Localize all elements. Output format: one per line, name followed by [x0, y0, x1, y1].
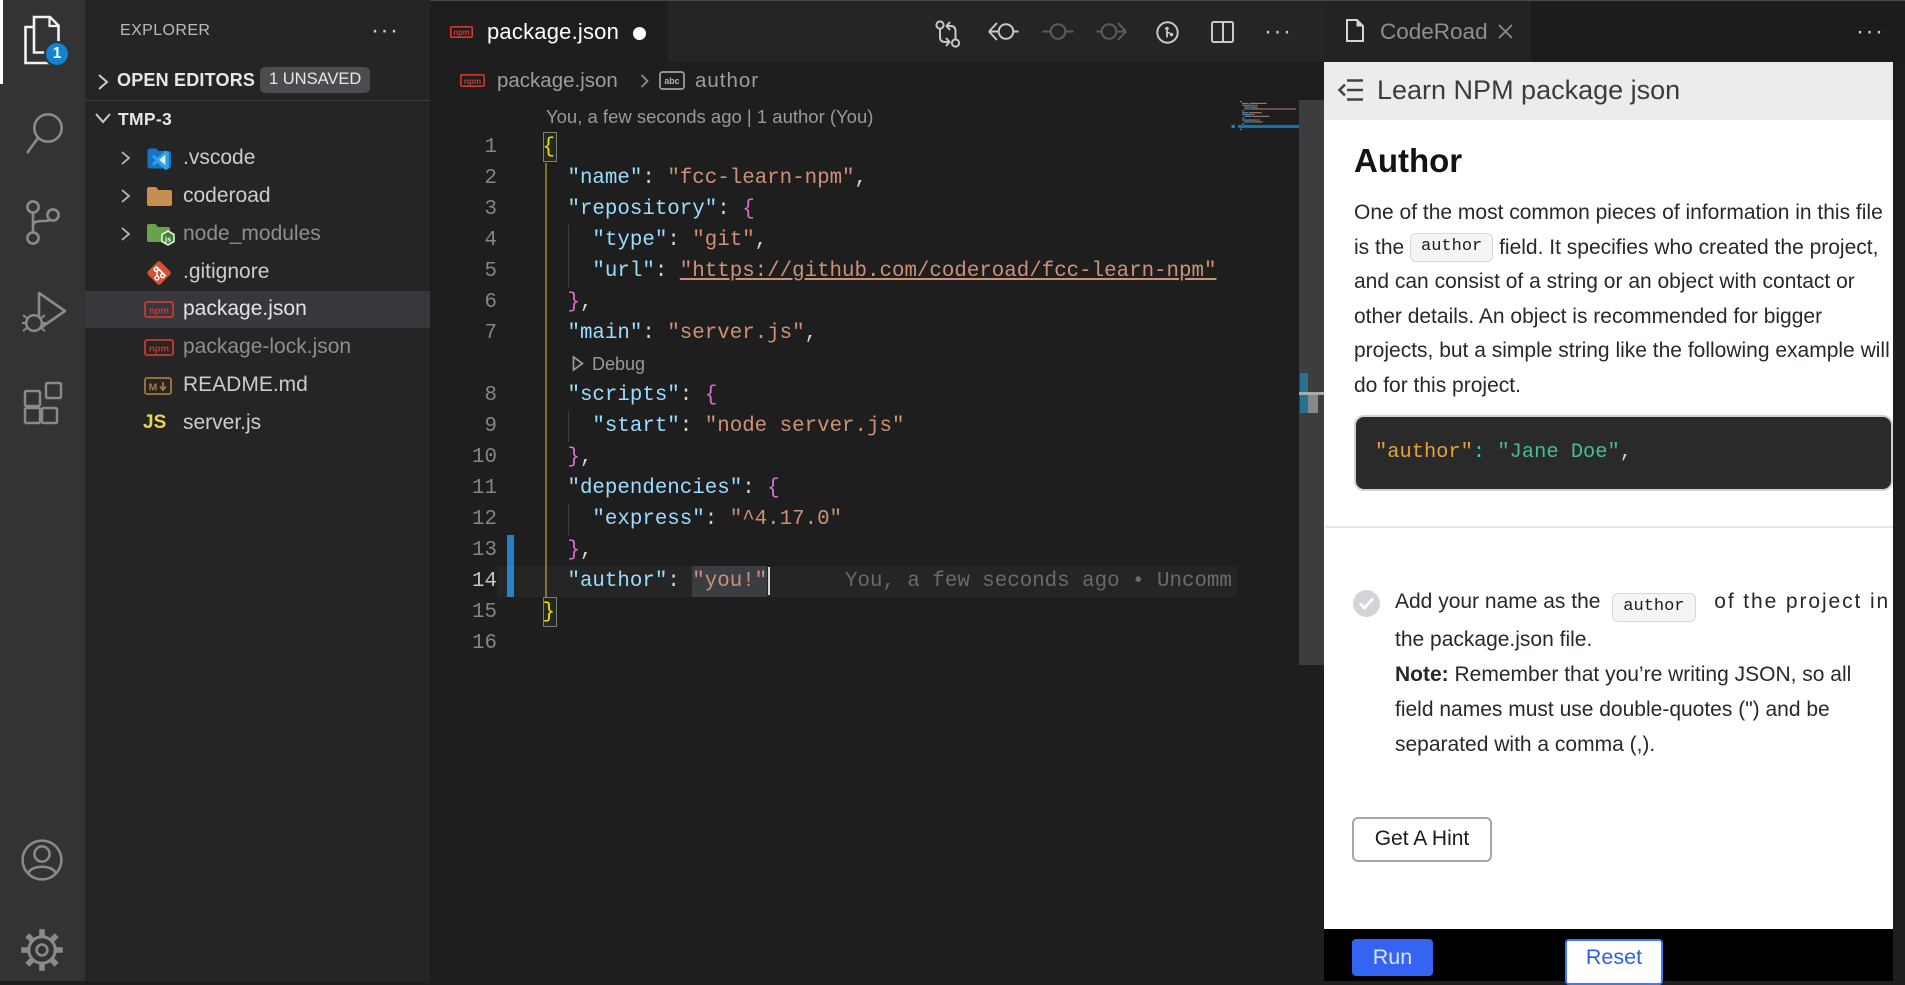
- svg-text:M: M: [149, 382, 158, 394]
- svg-text:npm: npm: [453, 28, 470, 37]
- svg-text:npm: npm: [464, 77, 481, 86]
- svg-text:npm: npm: [149, 344, 169, 355]
- svg-text:js: js: [164, 234, 171, 243]
- svg-text:npm: npm: [149, 306, 169, 317]
- svg-text:abc: abc: [664, 76, 679, 86]
